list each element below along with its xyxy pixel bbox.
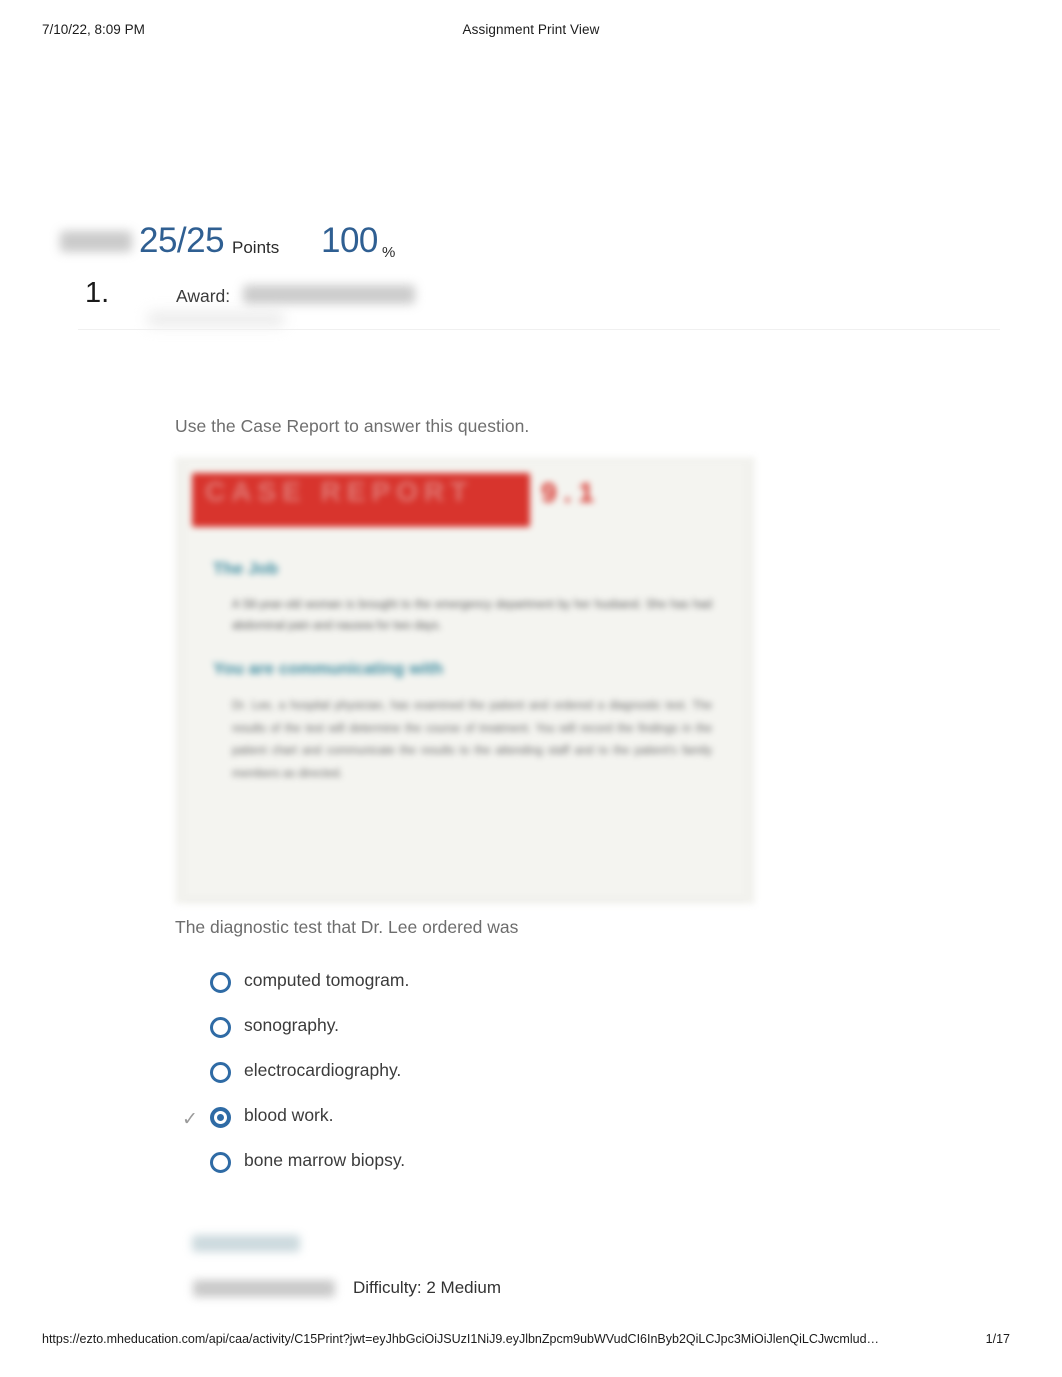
option-row[interactable]: sonography. [175, 1008, 775, 1053]
award-value-redacted [243, 285, 415, 304]
case-report-heading-1: The Job [213, 559, 279, 578]
radio-button[interactable] [210, 1152, 231, 1173]
question-number: 1. [85, 277, 110, 309]
correct-check-icon: ✓ [182, 1109, 198, 1130]
case-report-page: CASE REPORT 9.1 The Job A 58-year-old wo… [185, 463, 745, 898]
section-divider [78, 329, 1000, 330]
case-report-image: CASE REPORT 9.1 The Job A 58-year-old wo… [175, 457, 755, 904]
option-label[interactable]: blood work. [244, 1105, 334, 1126]
option-row[interactable]: bone marrow biopsy. [175, 1143, 775, 1188]
score-label-redacted [60, 231, 132, 252]
answer-options: computed tomogram. sonography. electroca… [175, 963, 775, 1188]
print-view-title: Assignment Print View [462, 22, 600, 37]
print-footer-page-number: 1/17 [985, 1332, 1010, 1346]
award-label: Award: [176, 286, 231, 306]
option-label[interactable]: bone marrow biopsy. [244, 1150, 405, 1171]
score-percent-value: 100 [321, 221, 378, 260]
print-header: 7/10/22, 8:09 PM Assignment Print View [0, 22, 1062, 42]
difficulty-label: Difficulty: 2 Medium [353, 1278, 502, 1297]
option-label[interactable]: computed tomogram. [244, 970, 409, 991]
radio-button[interactable] [210, 1017, 231, 1038]
print-footer: https://ezto.mheducation.com/api/caa/act… [0, 1332, 1062, 1352]
radio-button-selected[interactable] [210, 1107, 231, 1128]
score-points-label: Points [232, 238, 280, 257]
case-report-heading-2: You are communicating with [213, 659, 444, 678]
score-percent-sign: % [382, 244, 396, 261]
option-row-selected[interactable]: ✓ blood work. [175, 1098, 775, 1143]
case-report-body-1: A 58-year-old woman is brought to the em… [232, 599, 712, 632]
references-link-redacted[interactable] [192, 1235, 300, 1252]
question-tags-redacted [193, 1280, 335, 1297]
option-label[interactable]: electrocardiography. [244, 1060, 401, 1081]
option-row[interactable]: electrocardiography. [175, 1053, 775, 1098]
radio-button[interactable] [210, 1062, 231, 1083]
print-page: 7/10/22, 8:09 PM Assignment Print View 2… [0, 0, 1062, 1377]
header-smudge [148, 312, 284, 326]
radio-dot [217, 1114, 224, 1121]
option-label[interactable]: sonography. [244, 1015, 339, 1036]
case-report-banner-title: CASE REPORT [205, 476, 474, 507]
score-summary: 25/25 Points 100 % [60, 221, 1000, 271]
case-report-number: 9.1 [541, 477, 601, 508]
question-stem: The diagnostic test that Dr. Lee ordered… [175, 917, 519, 937]
score-points-value: 25/25 [139, 221, 225, 260]
option-row[interactable]: computed tomogram. [175, 963, 775, 1008]
question-lead-in: Use the Case Report to answer this quest… [175, 416, 530, 436]
case-report-body-2: Dr. Lee, a hospital physician, has exami… [232, 700, 712, 780]
radio-button[interactable] [210, 972, 231, 993]
print-footer-url: https://ezto.mheducation.com/api/caa/act… [42, 1332, 880, 1346]
